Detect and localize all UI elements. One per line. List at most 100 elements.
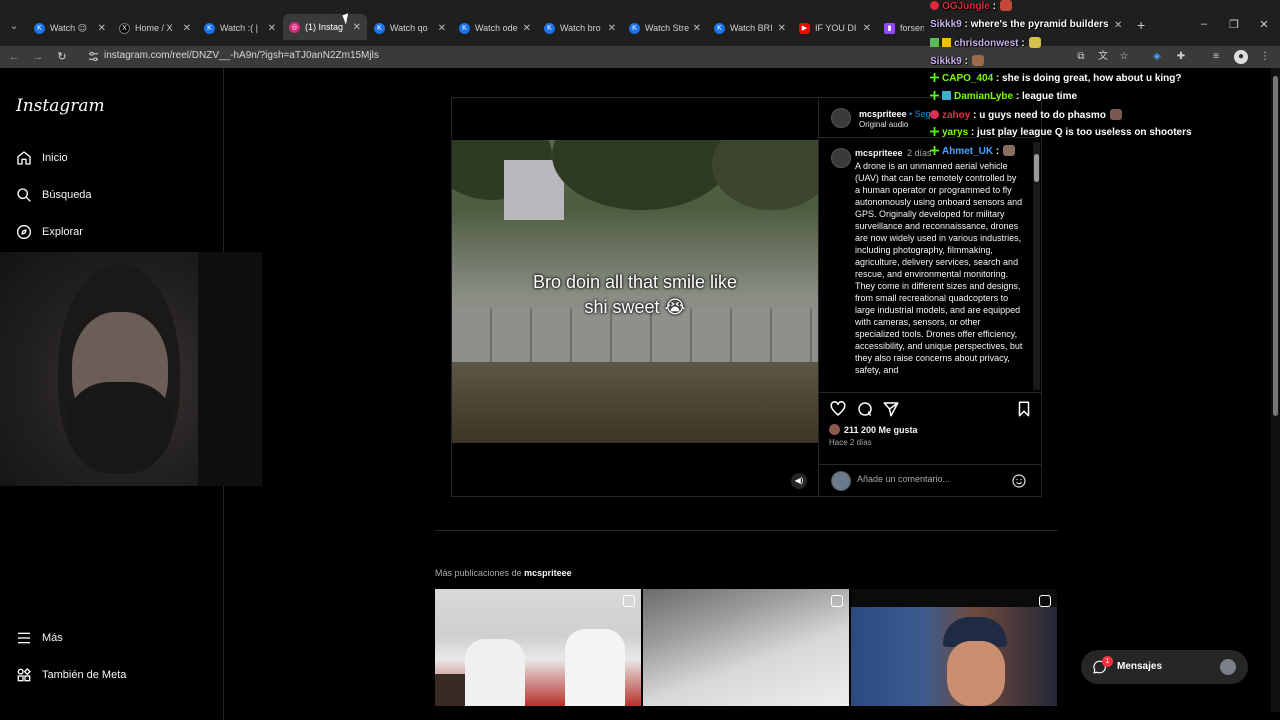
search-icon	[17, 188, 31, 202]
post-username[interactable]: mcspriteee	[859, 109, 907, 119]
reload-icon[interactable]: ↻	[54, 49, 70, 65]
chat-separator: :	[970, 127, 975, 138]
close-tab-icon[interactable]: ✕	[438, 23, 446, 34]
chat-separator: :	[1021, 38, 1025, 49]
chat-message: DamianLybe : league time	[930, 91, 1077, 102]
close-tab-icon[interactable]: ✕	[693, 23, 701, 34]
restore-icon[interactable]: ❐	[1227, 18, 1241, 31]
more-post-thumbnail[interactable]	[851, 589, 1057, 706]
extension-icon[interactable]: ◈	[1150, 50, 1164, 64]
chat-message: chrisdonwest :	[930, 37, 1041, 49]
reel-icon	[831, 595, 843, 607]
badge-icon	[942, 91, 951, 100]
browser-tab-6[interactable]: K Watch ode ✕	[453, 17, 537, 39]
water	[452, 362, 818, 443]
chat-username: Ahmet_UK	[942, 146, 994, 157]
more-post-thumbnail[interactable]	[435, 589, 641, 706]
forward-arrow-icon[interactable]: →	[30, 49, 46, 65]
kick-icon: K	[34, 22, 45, 34]
extensions-puzzle-icon[interactable]: ✚	[1174, 50, 1188, 64]
original-audio-link[interactable]: Original audio	[859, 120, 908, 129]
close-tab-icon[interactable]: ✕	[1114, 20, 1122, 31]
tab-title: (1) Instag	[305, 22, 344, 32]
sidebar-item-home[interactable]: Inicio	[16, 147, 68, 169]
close-tab-icon[interactable]: ✕	[523, 23, 531, 34]
profile-avatar-icon[interactable]: ●	[1234, 50, 1248, 64]
site-settings-icon[interactable]	[88, 51, 99, 62]
tab-title: Watch :( |	[220, 23, 259, 33]
save-bookmark-icon[interactable]	[1015, 400, 1033, 418]
comment-input[interactable]	[857, 474, 1007, 484]
avatar[interactable]	[831, 108, 851, 128]
close-tab-icon[interactable]: ✕	[863, 23, 871, 34]
chat-message: CAPO_404 : she is doing great, how about…	[930, 73, 1182, 84]
messages-button[interactable]: 1 Mensajes	[1081, 650, 1248, 684]
kick-icon: K	[629, 22, 640, 34]
install-app-icon[interactable]: ⧉	[1074, 50, 1088, 64]
close-tab-icon[interactable]: ✕	[353, 22, 361, 33]
chat-username: OGJungle	[942, 1, 990, 12]
caption-text: A drone is an unmanned aerial vehicle (U…	[855, 161, 1023, 375]
browser-tab-10[interactable]: ▶ IF YOU DI ✕	[793, 17, 877, 39]
browser-tab-9[interactable]: K Watch BRI ✕	[708, 17, 792, 39]
more-post-thumbnail[interactable]	[643, 589, 849, 706]
close-window-icon[interactable]: ✕	[1257, 18, 1271, 31]
messages-label: Mensajes	[1117, 661, 1163, 672]
reel-video[interactable]: Bro doin all that smile like shi sweet 😭…	[452, 98, 818, 496]
avatar[interactable]	[831, 148, 851, 168]
new-tab-plus-icon[interactable]: +	[1137, 18, 1151, 32]
browser-tab-11[interactable]: ▮ forsen -	[878, 17, 930, 39]
webcam-background	[198, 252, 262, 486]
tab-search-chevron-icon[interactable]: ⌄	[6, 19, 22, 35]
page-scrollbar[interactable]	[1271, 68, 1280, 712]
caption-username[interactable]: mcspriteee	[855, 148, 903, 158]
bookmark-star-icon[interactable]: ☆	[1117, 50, 1131, 64]
close-tab-icon[interactable]: ✕	[98, 23, 106, 34]
address-bar[interactable]: instagram.com/reel/DNZV__-hA9n/?igsh=aTJ…	[104, 50, 379, 61]
browser-menu-icon[interactable]: ⋮	[1258, 50, 1272, 64]
heart-icon[interactable]	[829, 400, 847, 418]
caption-time: 2 días	[907, 148, 932, 158]
browser-tab-5[interactable]: K Watch qo ✕	[368, 17, 452, 39]
back-arrow-icon[interactable]: ←	[6, 49, 22, 65]
x-icon: X	[119, 22, 130, 34]
chat-message: yarys : just play league Q is too useles…	[930, 127, 1192, 138]
caption-scrollbar[interactable]	[1033, 142, 1040, 390]
tab-title: Watch BRI	[730, 23, 773, 33]
browser-tab-7[interactable]: K Watch bro ✕	[538, 17, 622, 39]
media-controls-icon[interactable]: ≡	[1209, 50, 1223, 64]
emote-icon	[1109, 109, 1122, 120]
translate-icon[interactable]: 文	[1096, 50, 1110, 64]
close-tab-icon[interactable]: ✕	[608, 23, 616, 34]
avatar	[1220, 659, 1236, 675]
person-face	[947, 641, 1005, 706]
browser-tab-3[interactable]: K Watch :( | ✕	[198, 17, 282, 39]
comment-icon[interactable]	[856, 400, 874, 418]
chat-message: OGJungle :	[930, 0, 1012, 12]
browser-tab-instagram[interactable]: ◎ (1) Instag ✕	[283, 14, 367, 40]
close-tab-icon[interactable]: ✕	[268, 23, 276, 34]
video-caption-line: shi sweet 😭	[584, 297, 686, 317]
instagram-logo[interactable]: Instagram	[16, 96, 105, 116]
sidebar-item-search[interactable]: Búsqueda	[16, 184, 92, 206]
browser-tab-2[interactable]: X Home / X ✕	[113, 17, 197, 39]
minimize-icon[interactable]: –	[1197, 18, 1211, 30]
sidebar-item-explore[interactable]: Explorar	[16, 221, 83, 243]
avatar	[831, 471, 851, 491]
browser-tab-8[interactable]: K Watch Stre ✕	[623, 17, 707, 39]
emoji-icon[interactable]	[1011, 473, 1027, 489]
share-icon[interactable]	[882, 400, 900, 418]
likes-count[interactable]: 211 200 Me gusta	[829, 424, 918, 435]
person-figure	[565, 629, 625, 706]
sidebar-item-label: También de Meta	[42, 669, 127, 681]
scrollbar-thumb[interactable]	[1034, 154, 1039, 182]
scrollbar-thumb[interactable]	[1273, 76, 1278, 416]
volume-icon[interactable]: ◀)	[791, 473, 807, 489]
chat-username: chrisdonwest	[954, 38, 1019, 49]
close-tab-icon[interactable]: ✕	[183, 23, 191, 34]
sidebar-item-also-from-meta[interactable]: También de Meta	[16, 664, 126, 686]
browser-tab-1[interactable]: K Watch 😉 ✕	[28, 17, 112, 39]
more-posts-username[interactable]: mcspriteee	[524, 568, 572, 578]
close-tab-icon[interactable]: ✕	[778, 23, 786, 34]
sidebar-item-more[interactable]: Más	[16, 627, 63, 649]
